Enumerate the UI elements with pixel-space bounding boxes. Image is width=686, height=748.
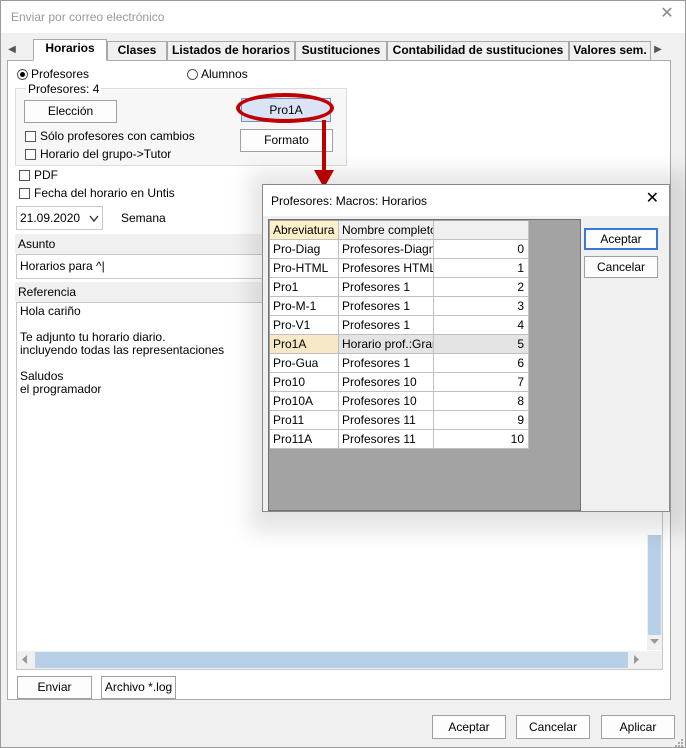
semana-label: Semana — [121, 211, 166, 225]
tab-clases[interactable]: Clases — [107, 41, 167, 60]
grid-cell-nombre[interactable]: Profesores 1 — [339, 316, 434, 335]
grid-cell-abreviatura[interactable]: Pro-HTML — [270, 259, 339, 278]
grid-cell-numero[interactable]: 8 — [434, 392, 529, 411]
tab-listados-horarios[interactable]: Listados de horarios — [167, 41, 295, 60]
vertical-scrollbar[interactable] — [647, 535, 662, 650]
tab-scroll-right-icon[interactable]: ▶ — [653, 43, 663, 57]
grid-cell-numero[interactable]: 3 — [434, 297, 529, 316]
scroll-down-icon[interactable] — [650, 639, 659, 645]
grid-cell-abreviatura[interactable]: Pro11A — [270, 430, 339, 449]
aplicar-button[interactable]: Aplicar — [601, 715, 675, 739]
grid-cell-nombre[interactable]: Profesores 11 — [339, 411, 434, 430]
grid-cell-nombre[interactable]: Profesores 10 — [339, 392, 434, 411]
grid-cell-abreviatura[interactable]: Pro-V1 — [270, 316, 339, 335]
grid-cell-numero[interactable]: 6 — [434, 354, 529, 373]
horizontal-scrollbar[interactable] — [17, 651, 662, 669]
scroll-right-icon[interactable] — [634, 655, 640, 664]
fecha-untis-label: Fecha del horario en Untis — [34, 186, 175, 200]
popup-title-bar: Profesores: Macros: Horarios ✕ — [263, 185, 669, 216]
popup-close-icon[interactable]: ✕ — [646, 191, 659, 207]
tab-contabilidad-sustituciones[interactable]: Contabilidad de sustituciones — [387, 41, 569, 60]
window-title: Enviar por correo electrónico — [11, 10, 165, 24]
pdf-checkbox[interactable] — [19, 170, 30, 181]
asunto-input[interactable]: Horarios para ^| — [16, 254, 264, 279]
chevron-down-icon — [89, 215, 99, 223]
grid-cell-nombre[interactable]: Profesores HTML — [339, 259, 434, 278]
grid-cell-nombre[interactable]: Profesores 1 — [339, 278, 434, 297]
grid-cell-nombre[interactable]: Horario prof.:Gran — [339, 335, 434, 354]
eleccion-button[interactable]: Elección — [24, 100, 117, 123]
grid-header-nombre[interactable]: Nombre completo — [339, 221, 434, 240]
referencia-body: Hola cariño Te adjunto tu horario diario… — [20, 305, 224, 396]
referencia-line: el programador — [20, 382, 102, 396]
grid-header-numero[interactable] — [434, 221, 529, 240]
referencia-label: Referencia — [18, 285, 77, 299]
grid-cell-nombre[interactable]: Profesores 10 — [339, 373, 434, 392]
popup-title: Profesores: Macros: Horarios — [271, 194, 428, 208]
grid-cell-nombre[interactable]: Profesores 11 — [339, 430, 434, 449]
grid-cell-numero[interactable]: 0 — [434, 240, 529, 259]
grid-cell-abreviatura[interactable]: Pro1 — [270, 278, 339, 297]
grid-cell-abreviatura[interactable]: Pro-Gua — [270, 354, 339, 373]
title-bar: Enviar por correo electrónico ✕ — [1, 1, 685, 33]
referencia-line: Hola cariño — [20, 304, 81, 318]
popup-aceptar-button[interactable]: Aceptar — [584, 228, 658, 250]
grupo-tutor-checkbox[interactable] — [25, 149, 36, 160]
grupo-tutor-label: Horario del grupo->Tutor — [40, 147, 172, 161]
date-picker[interactable]: 21.09.2020 — [16, 206, 103, 230]
grid-header-abreviatura[interactable]: Abreviatura — [270, 221, 339, 240]
enviar-button[interactable]: Enviar — [17, 676, 92, 699]
alumnos-radio[interactable] — [187, 69, 198, 80]
scroll-left-icon[interactable] — [22, 655, 28, 664]
grid-cell-numero[interactable]: 7 — [434, 373, 529, 392]
tab-scroll-left-icon[interactable]: ◀ — [7, 43, 17, 57]
vertical-scroll-thumb[interactable] — [648, 535, 661, 635]
grid-cell-abreviatura[interactable]: Pro10 — [270, 373, 339, 392]
grid-cell-abreviatura[interactable]: Pro11 — [270, 411, 339, 430]
grid-cell-abreviatura[interactable]: Pro10A — [270, 392, 339, 411]
archivo-log-button[interactable]: Archivo *.log — [101, 676, 176, 699]
grid-cell-numero[interactable]: 9 — [434, 411, 529, 430]
grid-cell-nombre[interactable]: Profesores 1 — [339, 297, 434, 316]
grid-cell-numero[interactable]: 10 — [434, 430, 529, 449]
solo-cambios-checkbox[interactable] — [25, 131, 36, 142]
recipient-count: Profesores: 4 — [26, 82, 102, 96]
asunto-label: Asunto — [18, 237, 56, 251]
grid-cell-numero[interactable]: 4 — [434, 316, 529, 335]
close-icon[interactable]: ✕ — [659, 6, 675, 22]
tab-valores-sem[interactable]: Valores sem. — [569, 41, 651, 60]
profesores-radio[interactable] — [17, 69, 28, 80]
grid-cell-abreviatura[interactable]: Pro-M-1 — [270, 297, 339, 316]
alumnos-label: Alumnos — [201, 67, 248, 81]
tab-horarios[interactable]: Horarios — [33, 39, 107, 61]
popup-cancelar-button[interactable]: Cancelar — [584, 256, 658, 278]
fecha-untis-checkbox[interactable] — [19, 188, 30, 199]
pdf-label: PDF — [34, 168, 58, 182]
grid-cell-abreviatura[interactable]: Pro-Diag — [270, 240, 339, 259]
horizontal-scroll-thumb[interactable] — [35, 652, 628, 668]
cancelar-button[interactable]: Cancelar — [516, 715, 590, 739]
grid-cell-numero[interactable]: 2 — [434, 278, 529, 297]
grid-cell-nombre[interactable]: Profesores 1 — [339, 354, 434, 373]
grid-cell-abreviatura[interactable]: Pro1A — [270, 335, 339, 354]
referencia-line: incluyendo todas las representaciones — [20, 343, 225, 357]
solo-cambios-label: Sólo profesores con cambios — [40, 129, 195, 143]
profesores-label: Profesores — [31, 67, 90, 81]
grid-cell-nombre[interactable]: Profesores-Diagnó — [339, 240, 434, 259]
tab-sustituciones[interactable]: Sustituciones — [295, 41, 387, 60]
macros-grid[interactable]: Abreviatura Nombre completo Pro-Diag Profes… — [268, 219, 581, 511]
grid-cell-numero[interactable]: 1 — [434, 259, 529, 278]
date-value: 21.09.2020 — [20, 211, 81, 225]
resize-grip-icon[interactable] — [673, 737, 683, 747]
grid-cell-numero[interactable]: 5 — [434, 335, 529, 354]
asunto-value: Horarios para ^| — [20, 259, 105, 273]
aceptar-button[interactable]: Aceptar — [432, 715, 506, 739]
